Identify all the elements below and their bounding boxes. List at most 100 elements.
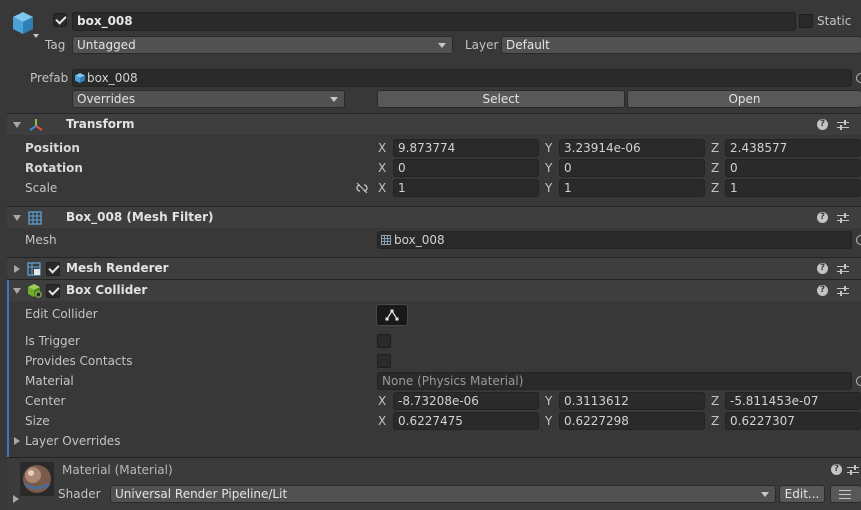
gameobject-icon xyxy=(10,10,36,36)
chevron-down-icon xyxy=(438,43,446,48)
center-x-axis-label[interactable]: X xyxy=(378,393,386,409)
center-z-field[interactable]: -5.811453e-07 xyxy=(725,392,861,410)
size-x-field[interactable]: 0.6227475 xyxy=(393,412,539,430)
center-y-axis-label[interactable]: Y xyxy=(545,393,552,409)
center-z-axis-label[interactable]: Z xyxy=(711,393,719,409)
rotation-y-field[interactable]: 0 xyxy=(559,159,705,177)
settings-icon[interactable] xyxy=(837,285,849,297)
scale-x-field[interactable]: 1 xyxy=(393,179,539,197)
size-x-axis-label[interactable]: X xyxy=(378,413,386,429)
size-y-field[interactable]: 0.6227298 xyxy=(559,412,705,430)
prefab-field[interactable]: box_008 xyxy=(72,69,852,87)
scale-y-axis-label[interactable]: Y xyxy=(545,180,552,196)
position-y-axis-label[interactable]: Y xyxy=(545,140,552,156)
settings-icon[interactable] xyxy=(847,464,859,476)
overrides-dropdown[interactable]: Overrides xyxy=(72,90,345,108)
transform-icon xyxy=(29,118,43,132)
rotation-y-axis-label[interactable]: Y xyxy=(545,160,552,176)
shader-edit-button[interactable]: Edit... xyxy=(779,485,825,503)
prefab-object-picker-icon[interactable] xyxy=(856,73,861,83)
prefab-select-button[interactable]: Select xyxy=(377,90,625,108)
foldout-open-icon[interactable] xyxy=(13,215,21,221)
mesh-object-picker-icon[interactable] xyxy=(856,235,861,245)
size-z-axis-label[interactable]: Z xyxy=(711,413,719,429)
physics-material-field[interactable]: None (Physics Material) xyxy=(377,372,852,390)
scale-y-field[interactable]: 1 xyxy=(559,179,705,197)
gameobject-active-checkbox[interactable] xyxy=(53,13,67,27)
position-x-field[interactable]: 9.873774 xyxy=(393,139,539,157)
scale-z-axis-label[interactable]: Z xyxy=(711,180,719,196)
gameobject-icon-dropdown-arrow[interactable] xyxy=(33,34,39,38)
is-trigger-label: Is Trigger xyxy=(25,334,80,348)
position-y-field[interactable]: 3.23914e-06 xyxy=(559,139,705,157)
mesh-renderer-header[interactable]: Mesh Renderer ? xyxy=(7,257,861,279)
edit-collider-button[interactable] xyxy=(376,304,408,326)
is-trigger-checkbox[interactable] xyxy=(377,334,391,348)
layer-overrides-label[interactable]: Layer Overrides xyxy=(25,433,120,449)
box-collider-icon xyxy=(27,283,42,298)
chevron-down-icon xyxy=(761,492,769,497)
mesh-icon xyxy=(381,233,391,245)
foldout-closed-icon[interactable] xyxy=(14,265,20,273)
chevron-down-icon xyxy=(330,97,338,102)
static-checkbox[interactable] xyxy=(799,14,813,28)
mesh-field[interactable]: box_008 xyxy=(377,231,852,249)
edit-collider-icon xyxy=(385,309,399,321)
layer-overrides-foldout-icon[interactable] xyxy=(14,437,20,445)
shader-dropdown-value: Universal Render Pipeline/Lit xyxy=(115,487,288,501)
layer-label: Layer xyxy=(465,38,499,52)
mesh-filter-header[interactable]: Box_008 (Mesh Filter) ? xyxy=(7,206,861,228)
prefab-open-button[interactable]: Open xyxy=(627,90,861,108)
help-icon[interactable]: ? xyxy=(817,285,828,296)
transform-header[interactable]: Transform ? xyxy=(7,113,861,135)
physics-material-object-picker-icon[interactable] xyxy=(856,376,861,386)
position-label: Position xyxy=(25,141,80,155)
shader-options-button[interactable] xyxy=(830,485,861,503)
box-collider-enabled-checkbox[interactable] xyxy=(46,284,60,298)
center-x-field[interactable]: -8.73208e-06 xyxy=(393,392,539,410)
tag-dropdown[interactable]: Untagged xyxy=(72,36,453,54)
overrides-label: Overrides xyxy=(77,92,136,106)
center-label: Center xyxy=(25,394,66,408)
mesh-renderer-enabled-checkbox[interactable] xyxy=(46,262,60,276)
rotation-z-field[interactable]: 0 xyxy=(725,159,861,177)
size-z-field[interactable]: 0.6227307 xyxy=(725,412,861,430)
box-collider-header[interactable]: Box Collider ? xyxy=(7,279,861,301)
gameobject-name-field[interactable]: box_008 xyxy=(72,12,796,31)
layer-dropdown[interactable]: Default xyxy=(501,36,861,54)
box-collider-title: Box Collider xyxy=(66,283,148,297)
help-icon[interactable]: ? xyxy=(817,212,828,223)
rotation-x-field[interactable]: 0 xyxy=(393,159,539,177)
help-icon[interactable]: ? xyxy=(817,263,828,274)
position-z-field[interactable]: 2.438577 xyxy=(725,139,861,157)
foldout-open-icon[interactable] xyxy=(13,122,21,128)
shader-dropdown[interactable]: Universal Render Pipeline/Lit xyxy=(110,485,776,503)
settings-icon[interactable] xyxy=(837,119,849,131)
provides-contacts-checkbox[interactable] xyxy=(377,354,391,368)
transform-title: Transform xyxy=(66,117,135,131)
foldout-open-icon[interactable] xyxy=(13,288,21,294)
scale-x-axis-label[interactable]: X xyxy=(378,180,386,196)
mesh-renderer-title: Mesh Renderer xyxy=(66,261,169,275)
position-x-axis-label[interactable]: X xyxy=(378,140,386,156)
mesh-filter-title: Box_008 (Mesh Filter) xyxy=(66,210,214,224)
settings-icon[interactable] xyxy=(837,212,849,224)
size-y-axis-label[interactable]: Y xyxy=(545,413,552,429)
constrain-proportions-icon[interactable] xyxy=(355,182,369,194)
position-z-axis-label[interactable]: Z xyxy=(711,140,719,156)
material-preview-icon xyxy=(20,462,54,496)
material-foldout-icon[interactable] xyxy=(13,495,19,503)
mesh-label: Mesh xyxy=(25,233,57,247)
rotation-x-axis-label[interactable]: X xyxy=(378,160,386,176)
scale-label: Scale xyxy=(25,181,58,195)
help-icon[interactable]: ? xyxy=(817,119,828,130)
help-icon[interactable]: ? xyxy=(831,464,842,475)
rotation-z-axis-label[interactable]: Z xyxy=(711,160,719,176)
rotation-label: Rotation xyxy=(25,161,83,175)
prefab-icon xyxy=(75,71,85,83)
prefab-value: box_008 xyxy=(87,71,138,85)
scale-z-field[interactable]: 1 xyxy=(725,179,861,197)
settings-icon[interactable] xyxy=(837,263,849,275)
edit-collider-label: Edit Collider xyxy=(25,307,98,321)
center-y-field[interactable]: 0.3113612 xyxy=(559,392,705,410)
